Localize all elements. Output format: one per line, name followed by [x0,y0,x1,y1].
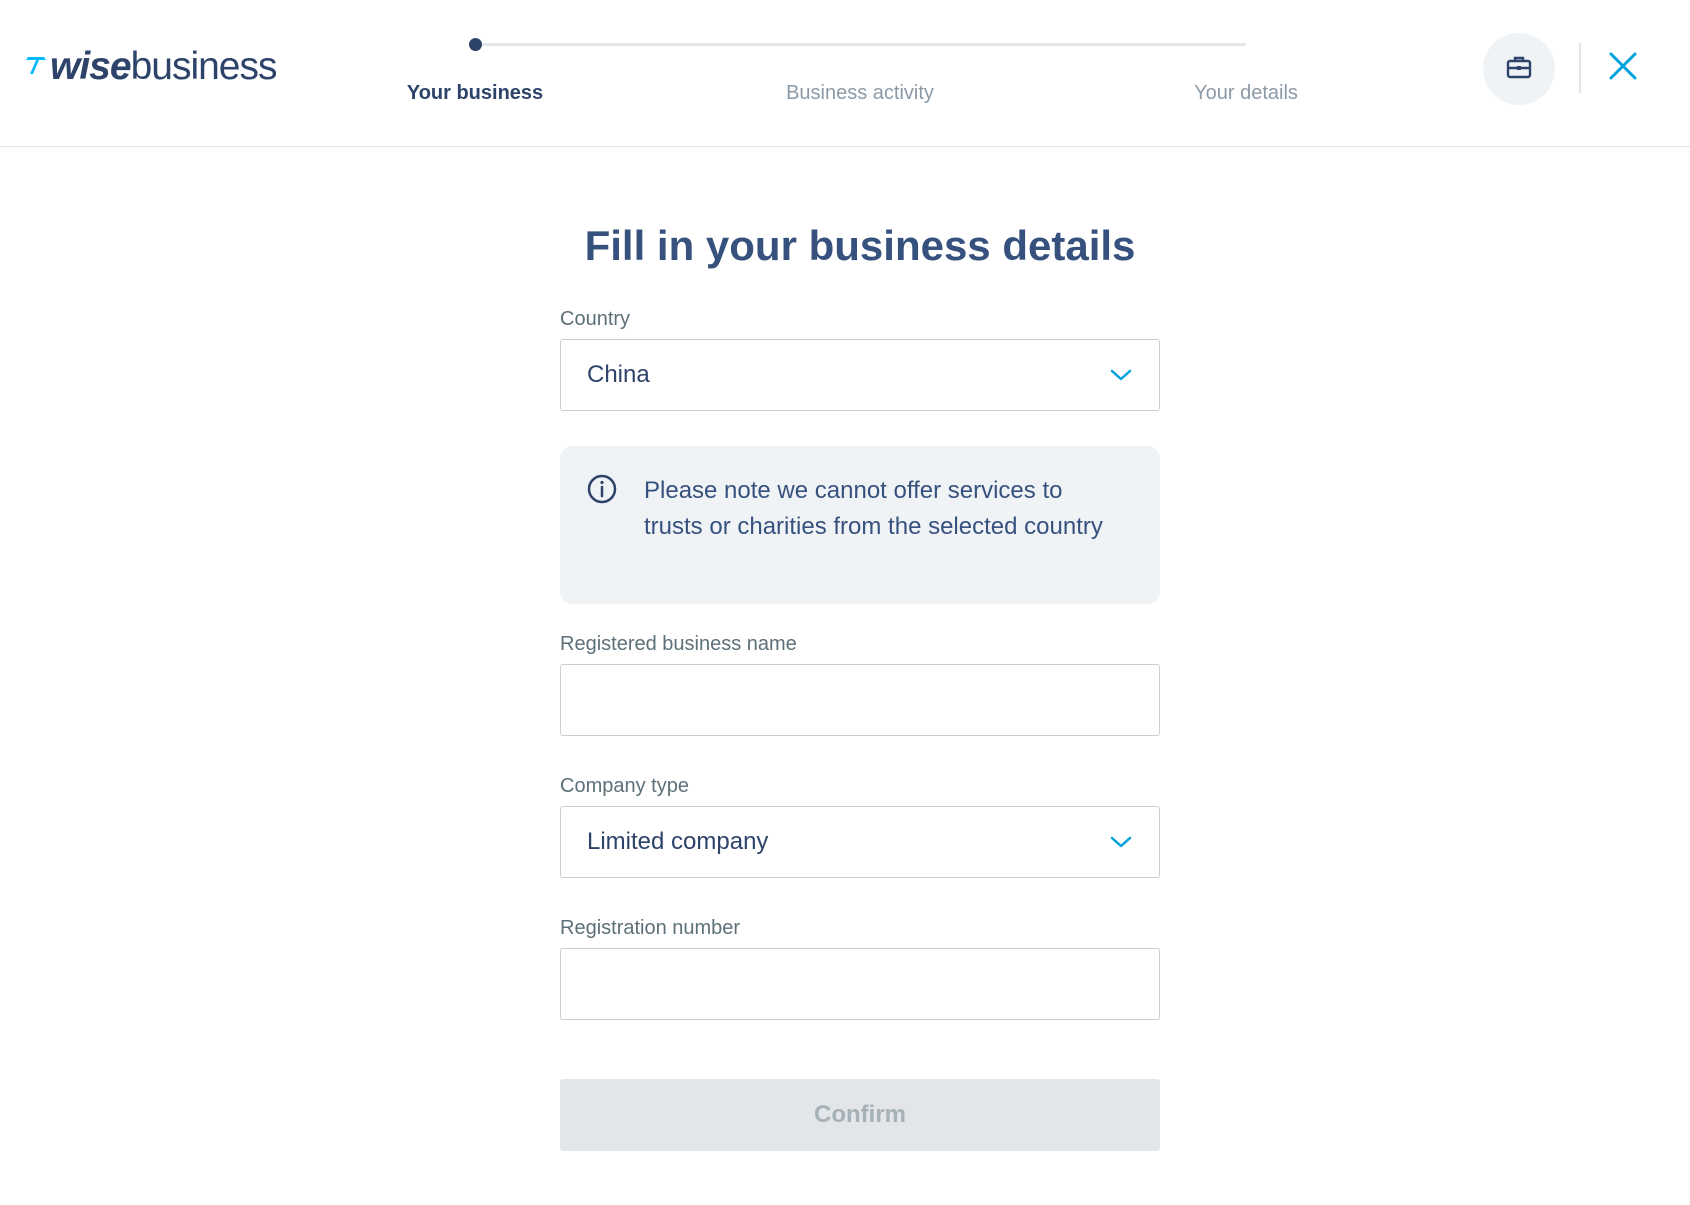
step-your-business: Your business [406,82,544,104]
confirm-button[interactable]: Confirm [560,1079,1160,1151]
progress-stepper: Your business Business activity Your det… [0,0,1690,147]
company-type-value: Limited company [587,828,769,855]
info-note: Please note we cannot offer services to … [560,446,1160,604]
business-name-input[interactable] [560,664,1160,736]
country-select[interactable]: China [560,339,1160,411]
country-field: Country China [560,307,1160,411]
step-your-details: Your details [1194,82,1298,104]
stepper-track [475,43,1246,46]
business-profile-button[interactable] [1483,33,1555,105]
company-type-select[interactable]: Limited company [560,806,1160,878]
main-content: Fill in your business details [560,200,1160,272]
company-type-field: Company type Limited company [560,774,1160,878]
info-note-text: Please note we cannot offer services to … [644,477,1103,540]
top-header: wise business Your business Business act… [0,0,1690,147]
registration-number-label: Registration number [560,917,741,939]
header-divider [1579,43,1581,93]
close-icon [1608,51,1638,86]
page-title: Fill in your business details [584,222,1136,269]
info-icon [586,473,618,510]
step-business-activity: Business activity [786,82,934,104]
stepper-current-dot [469,38,482,51]
business-name-label: Registered business name [560,633,797,655]
chevron-down-icon [1109,363,1133,387]
briefcase-icon [1506,55,1532,84]
chevron-down-icon [1109,830,1133,854]
company-type-label: Company type [560,775,689,797]
close-button[interactable] [1603,48,1643,88]
country-value: China [587,361,650,388]
registration-number-field: Registration number [560,916,1160,1020]
registration-number-input[interactable] [560,948,1160,1020]
country-label: Country [560,308,631,330]
business-name-field: Registered business name [560,632,1160,736]
